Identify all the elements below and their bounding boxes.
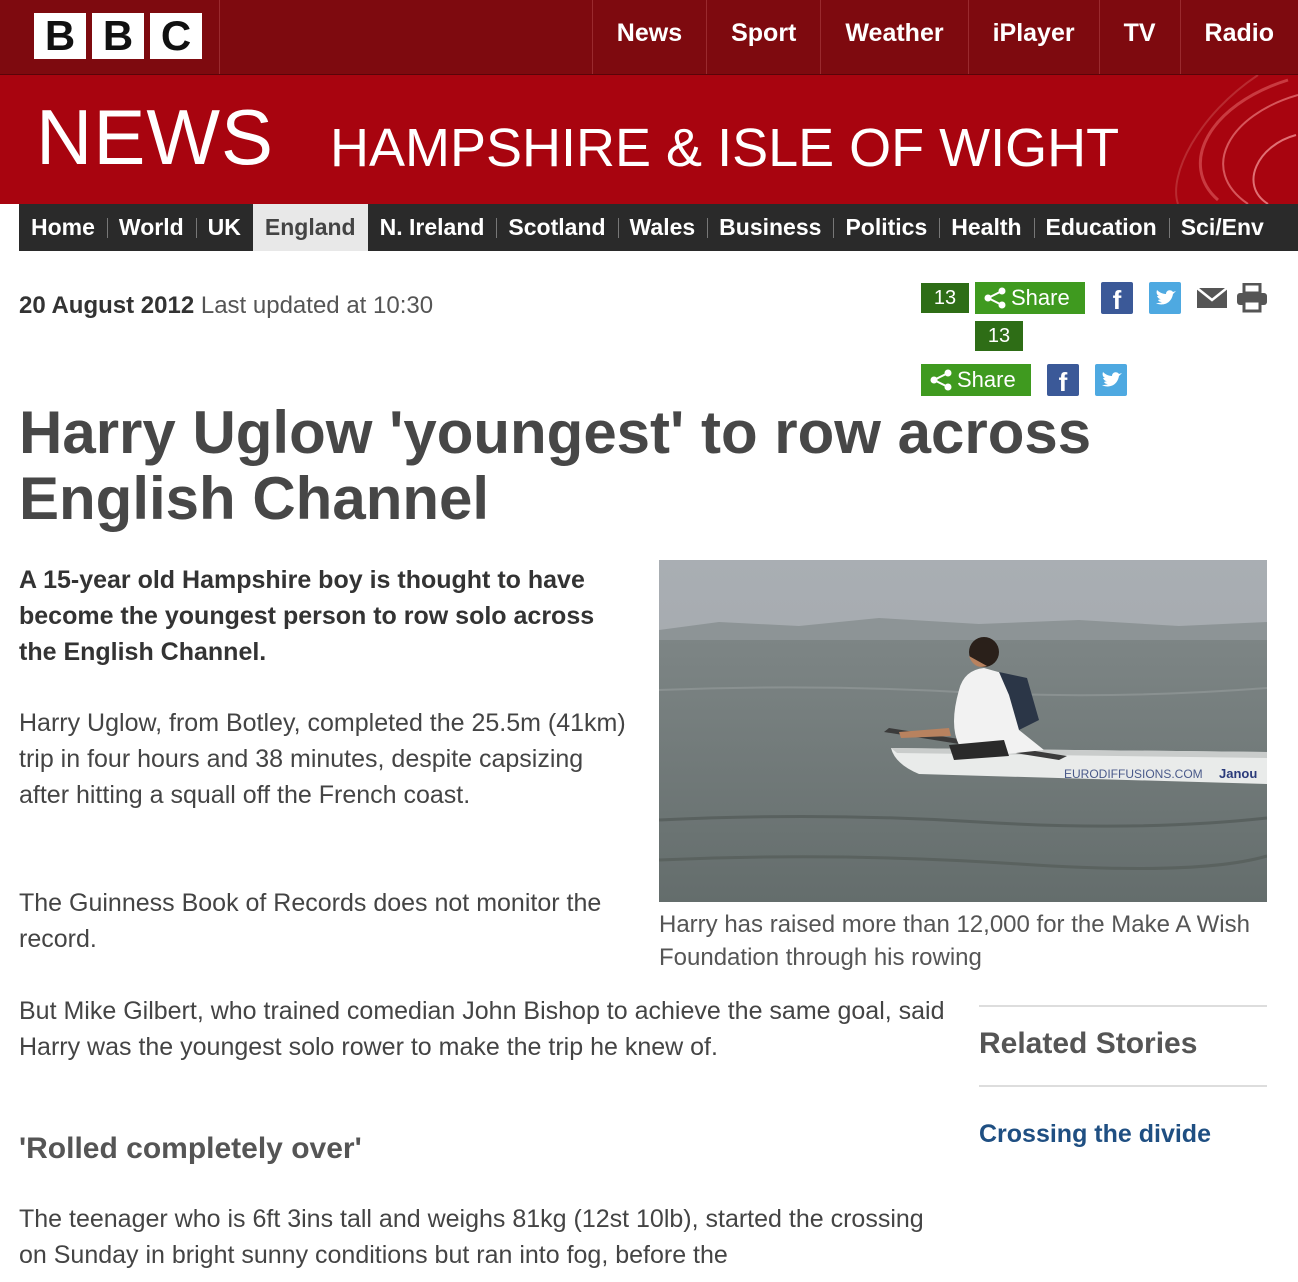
- top-nav: News Sport Weather iPlayer TV Radio: [591, 0, 1298, 74]
- share-label: Share: [957, 367, 1016, 392]
- share-icon: [984, 287, 1006, 309]
- nav-wales[interactable]: Wales: [617, 204, 708, 251]
- nav-business[interactable]: Business: [707, 204, 833, 251]
- topnav-weather[interactable]: Weather: [820, 0, 967, 74]
- news-wordmark[interactable]: NEWS: [36, 97, 274, 177]
- logo-letter: B: [92, 13, 144, 59]
- logo-letter: B: [34, 13, 86, 59]
- nav-politics[interactable]: Politics: [833, 204, 939, 251]
- facebook-icon[interactable]: f: [1101, 282, 1133, 315]
- nav-england[interactable]: England: [252, 204, 368, 251]
- article-paragraph: The Guinness Book of Records does not mo…: [19, 889, 602, 953]
- print-icon[interactable]: [1236, 282, 1268, 318]
- nav-n-ireland[interactable]: N. Ireland: [368, 204, 497, 251]
- top-bar: B B C News Sport Weather iPlayer TV Radi…: [0, 0, 1298, 75]
- boat-name-text: Janou: [1219, 766, 1257, 781]
- article-photo[interactable]: EURODIFFUSIONS.COM Janou: [659, 560, 1267, 902]
- facebook-icon[interactable]: f: [1047, 364, 1079, 397]
- last-updated: Last updated at 10:30: [200, 292, 434, 319]
- share-count: 13: [975, 321, 1023, 351]
- nav-home[interactable]: Home: [19, 204, 107, 251]
- boat-sponsor-text: EURODIFFUSIONS.COM: [1064, 767, 1203, 781]
- topnav-iplayer[interactable]: iPlayer: [967, 0, 1099, 74]
- topnav-radio[interactable]: Radio: [1179, 0, 1298, 74]
- divider: [979, 1005, 1267, 1007]
- topnav-news[interactable]: News: [591, 0, 706, 74]
- article-subheading: 'Rolled completely over': [19, 1132, 362, 1165]
- share-count: 13: [921, 283, 969, 313]
- divider: [979, 1085, 1267, 1087]
- topnav-sport[interactable]: Sport: [706, 0, 820, 74]
- dateline: 20 August 2012 Last updated at 10:30: [19, 292, 433, 320]
- twitter-icon[interactable]: [1095, 364, 1127, 396]
- nav-world[interactable]: World: [106, 204, 196, 251]
- article-intro: A 15-year old Hampshire boy is thought t…: [19, 566, 595, 666]
- nav-education[interactable]: Education: [1033, 204, 1169, 251]
- logo-letter: C: [150, 13, 202, 59]
- topnav-tv[interactable]: TV: [1098, 0, 1180, 74]
- share-button[interactable]: Share: [921, 364, 1031, 396]
- share-icon: [930, 369, 952, 391]
- article-date: 20 August 2012: [19, 292, 195, 319]
- related-story-link[interactable]: Crossing the divide: [979, 1120, 1211, 1149]
- related-stories-heading: Related Stories: [979, 1027, 1198, 1060]
- article-paragraph: But Mike Gilbert, who trained comedian J…: [19, 997, 945, 1061]
- nav-health[interactable]: Health: [939, 204, 1033, 251]
- photo-caption: Harry has raised more than 12,000 for th…: [659, 911, 1250, 971]
- article-headline: Harry Uglow 'youngest' to row across Eng…: [19, 399, 1092, 532]
- article-paragraph: Harry Uglow, from Botley, completed the …: [19, 709, 626, 809]
- nav-scotland[interactable]: Scotland: [496, 204, 617, 251]
- news-banner: NEWS HAMPSHIRE & ISLE OF WIGHT: [0, 75, 1298, 204]
- divider: [219, 0, 220, 74]
- nav-uk[interactable]: UK: [195, 204, 253, 251]
- twitter-icon[interactable]: [1149, 282, 1181, 314]
- article-paragraph: The teenager who is 6ft 3ins tall and we…: [19, 1205, 924, 1269]
- email-icon[interactable]: [1196, 287, 1228, 314]
- banner-swoosh-graphic: [1175, 75, 1298, 204]
- bbc-logo[interactable]: B B C: [34, 13, 202, 59]
- region-title[interactable]: HAMPSHIRE & ISLE OF WIGHT: [330, 118, 1119, 178]
- section-nav: Home World UK England N. Ireland Scotlan…: [19, 204, 1298, 251]
- nav-sci-env[interactable]: Sci/Env: [1168, 204, 1276, 251]
- share-label: Share: [1011, 285, 1070, 310]
- share-button[interactable]: Share: [975, 282, 1085, 314]
